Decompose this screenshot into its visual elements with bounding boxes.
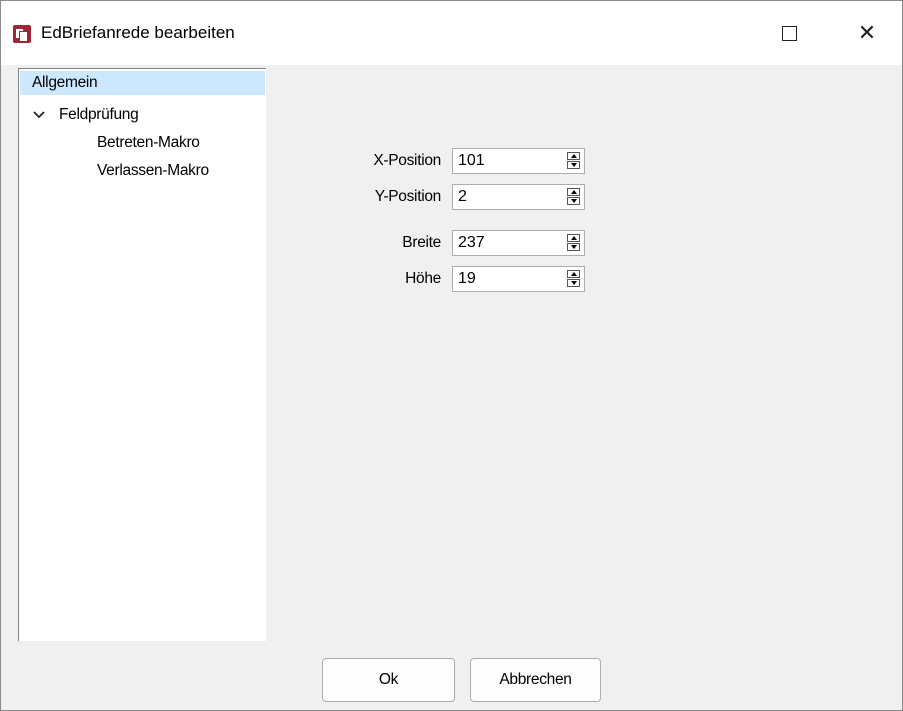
app-document-icon [13, 25, 31, 43]
hoehe-input[interactable] [453, 267, 558, 291]
spin-down-icon[interactable] [567, 243, 580, 251]
spin-down-icon[interactable] [567, 161, 580, 169]
x-position-label: X-Position [373, 152, 441, 169]
breite-spinner[interactable] [452, 230, 585, 256]
x-position-spinner[interactable] [452, 148, 585, 174]
spin-up-icon[interactable] [567, 270, 580, 278]
spin-up-icon[interactable] [567, 152, 580, 160]
x-position-input[interactable] [453, 149, 558, 173]
y-position-spinner[interactable] [452, 184, 585, 210]
window-title: EdBriefanrede bearbeiten [41, 23, 235, 42]
x-position-spin-buttons [567, 152, 580, 170]
title-bar: EdBriefanrede bearbeiten ✕ [1, 1, 902, 65]
tree-item-betreten-makro[interactable]: Betreten-Makro [97, 131, 200, 155]
cancel-button[interactable]: Abbrechen [470, 658, 601, 702]
dialog-window: EdBriefanrede bearbeiten ✕ Allgemein Fel… [0, 0, 903, 711]
y-position-spin-buttons [567, 188, 580, 206]
hoehe-label: Höhe [405, 270, 441, 287]
breite-label: Breite [402, 234, 441, 251]
ok-button[interactable]: Ok [322, 658, 455, 702]
y-position-label: Y-Position [374, 188, 442, 205]
breite-input[interactable] [453, 231, 558, 255]
hoehe-spin-buttons [567, 270, 580, 288]
navigation-tree: Allgemein Feldprüfung Betreten-Makro Ver… [18, 68, 266, 641]
spin-down-icon[interactable] [567, 197, 580, 205]
hoehe-spinner[interactable] [452, 266, 585, 292]
y-position-input[interactable] [453, 185, 558, 209]
spin-up-icon[interactable] [567, 188, 580, 196]
maximize-button[interactable] [759, 1, 819, 65]
close-icon: ✕ [857, 20, 877, 45]
chevron-down-icon[interactable] [32, 108, 46, 122]
breite-spin-buttons [567, 234, 580, 252]
close-button[interactable]: ✕ [837, 1, 897, 65]
maximize-icon [781, 25, 797, 41]
tree-item-verlassen-makro[interactable]: Verlassen-Makro [97, 159, 209, 183]
tree-item-allgemein[interactable]: Allgemein [20, 71, 265, 95]
spin-down-icon[interactable] [567, 279, 580, 287]
tree-item-feldpruefung[interactable]: Feldprüfung [59, 103, 139, 127]
spin-up-icon[interactable] [567, 234, 580, 242]
